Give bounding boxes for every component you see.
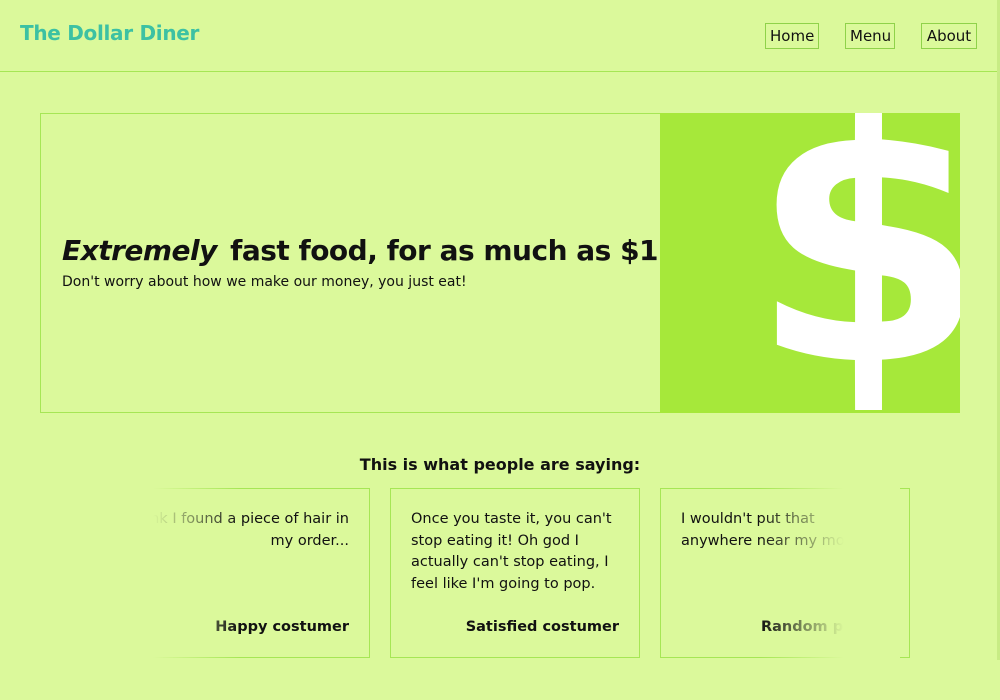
testimonial-card[interactable]: I wouldn't put that anywhere near my mou…	[660, 488, 910, 658]
site-header: The Dollar Diner Home Menu About	[0, 0, 997, 72]
hero-subtitle: Don't worry about how we make our money,…	[62, 274, 467, 290]
dollar-sign-icon: $	[750, 113, 960, 413]
testimonial-quote: I wouldn't put that anywhere near my mou…	[681, 511, 874, 549]
testimonial-card[interactable]: I think I found a piece of hair in my or…	[120, 488, 370, 658]
brand-logo[interactable]: The Dollar Diner	[20, 21, 199, 45]
page: The Dollar Diner Home Menu About Extreme…	[0, 0, 1000, 700]
nav-home-link[interactable]: Home	[765, 23, 819, 49]
testimonial-author: Random person	[760, 619, 889, 635]
nav-menu-link[interactable]: Menu	[845, 23, 895, 49]
nav-about-link[interactable]: About	[921, 23, 977, 49]
testimonial-quote: Once you taste it, you can't stop eating…	[411, 511, 612, 592]
testimonials-heading: This is what people are saying:	[359, 455, 641, 474]
testimonial-quote: I think I found a piece of hair in my or…	[122, 511, 349, 549]
testimonials-carousel[interactable]: I think I found a piece of hair in my or…	[100, 488, 910, 658]
hero-banner: Extremely fast food, for as much as $1 D…	[40, 113, 960, 413]
hero-title: Extremely fast food, for as much as $1	[62, 232, 659, 270]
hero-text: Extremely fast food, for as much as $1 D…	[62, 232, 659, 290]
testimonial-author: Satisfied costumer	[465, 619, 619, 635]
dollar-sign-image: $	[660, 113, 960, 413]
hero-title-emphasis: Extremely	[62, 234, 217, 267]
testimonial-card[interactable]: Once you taste it, you can't stop eating…	[390, 488, 640, 658]
testimonial-author: Happy costumer	[215, 619, 349, 635]
hero-title-rest: fast food, for as much as $1	[230, 234, 659, 267]
